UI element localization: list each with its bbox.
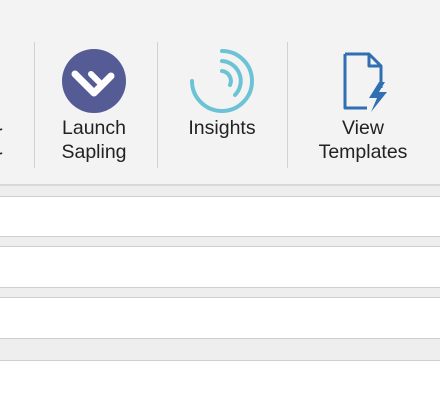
- partial-button-label-line2[interactable]: r: [0, 145, 3, 169]
- view-templates-button[interactable]: View Templates: [304, 40, 422, 180]
- insights-icon: [189, 48, 255, 114]
- input-row[interactable]: [0, 247, 440, 287]
- row-separator: [0, 339, 440, 360]
- insights-label: Insights: [188, 117, 256, 139]
- row-separator: [0, 186, 440, 196]
- ribbon-toolbar: r r Launch Sapling Insights: [0, 0, 440, 184]
- sapling-logo-icon: [61, 48, 127, 114]
- input-row[interactable]: [0, 298, 440, 338]
- insights-button[interactable]: Insights: [170, 40, 274, 180]
- ribbon-separator: [287, 42, 288, 168]
- view-templates-label: View Templates: [318, 117, 408, 163]
- input-row[interactable]: [0, 197, 440, 236]
- ribbon-separator: [34, 42, 35, 168]
- divider: [0, 360, 440, 361]
- template-lightning-icon: [333, 48, 393, 114]
- partial-button-label-line1[interactable]: r: [0, 121, 3, 145]
- launch-sapling-button[interactable]: Launch Sapling: [46, 40, 142, 180]
- ribbon-separator: [157, 42, 158, 168]
- row-separator: [0, 237, 440, 246]
- launch-sapling-label: Launch Sapling: [61, 117, 127, 163]
- row-separator: [0, 288, 440, 297]
